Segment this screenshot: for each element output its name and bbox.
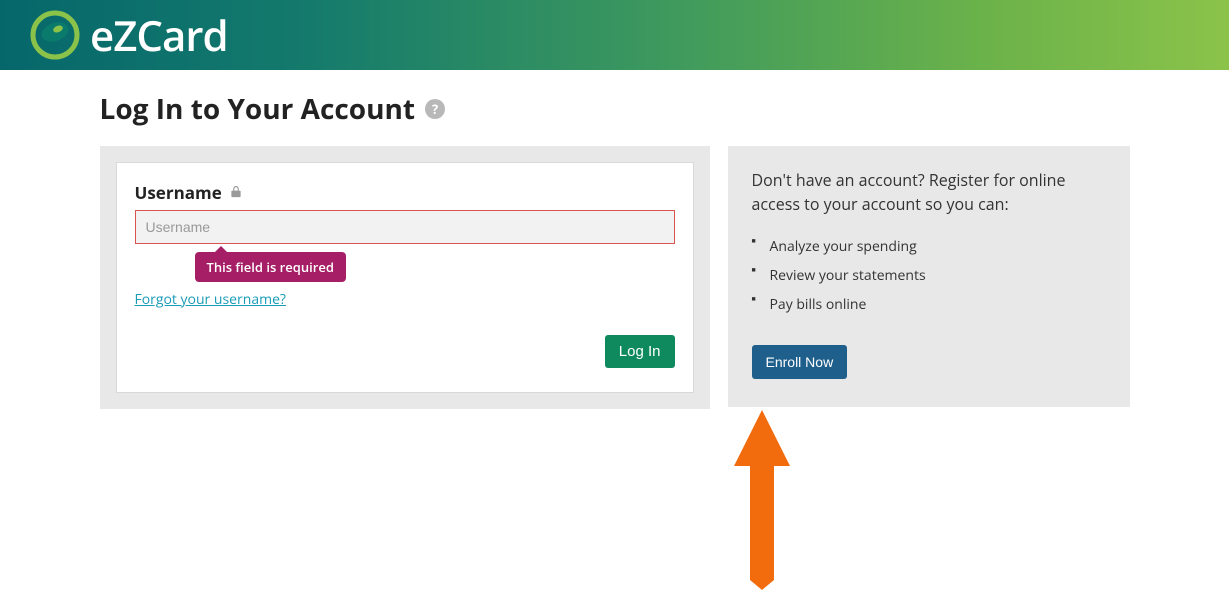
header-bar: eZCard bbox=[0, 0, 1229, 70]
login-button[interactable]: Log In bbox=[605, 335, 675, 368]
validation-tooltip: This field is required bbox=[195, 252, 346, 282]
annotation-arrow-icon bbox=[732, 410, 792, 590]
list-item: Pay bills online bbox=[752, 290, 1106, 319]
login-card: Username This field is required Forgot y… bbox=[116, 162, 694, 393]
login-panel: Username This field is required Forgot y… bbox=[100, 146, 710, 409]
brand-logo: eZCard bbox=[30, 7, 228, 64]
ezcard-logo-icon bbox=[30, 10, 80, 60]
username-input[interactable] bbox=[135, 210, 675, 244]
list-item: Review your statements bbox=[752, 261, 1106, 290]
promo-list: Analyze your spending Review your statem… bbox=[752, 232, 1106, 319]
enroll-now-button[interactable]: Enroll Now bbox=[752, 345, 848, 379]
username-label: Username bbox=[135, 181, 222, 204]
list-item: Analyze your spending bbox=[752, 232, 1106, 261]
forgot-username-link[interactable]: Forgot your username? bbox=[135, 290, 286, 309]
help-icon[interactable]: ? bbox=[425, 99, 445, 119]
promo-lead: Don't have an account? Register for onli… bbox=[752, 168, 1106, 216]
enroll-panel: Don't have an account? Register for onli… bbox=[728, 146, 1130, 407]
brand-name: eZCard bbox=[90, 7, 228, 64]
page-title: Log In to Your Account bbox=[100, 90, 416, 128]
lock-icon bbox=[230, 184, 242, 202]
page-title-row: Log In to Your Account ? bbox=[100, 90, 1130, 128]
